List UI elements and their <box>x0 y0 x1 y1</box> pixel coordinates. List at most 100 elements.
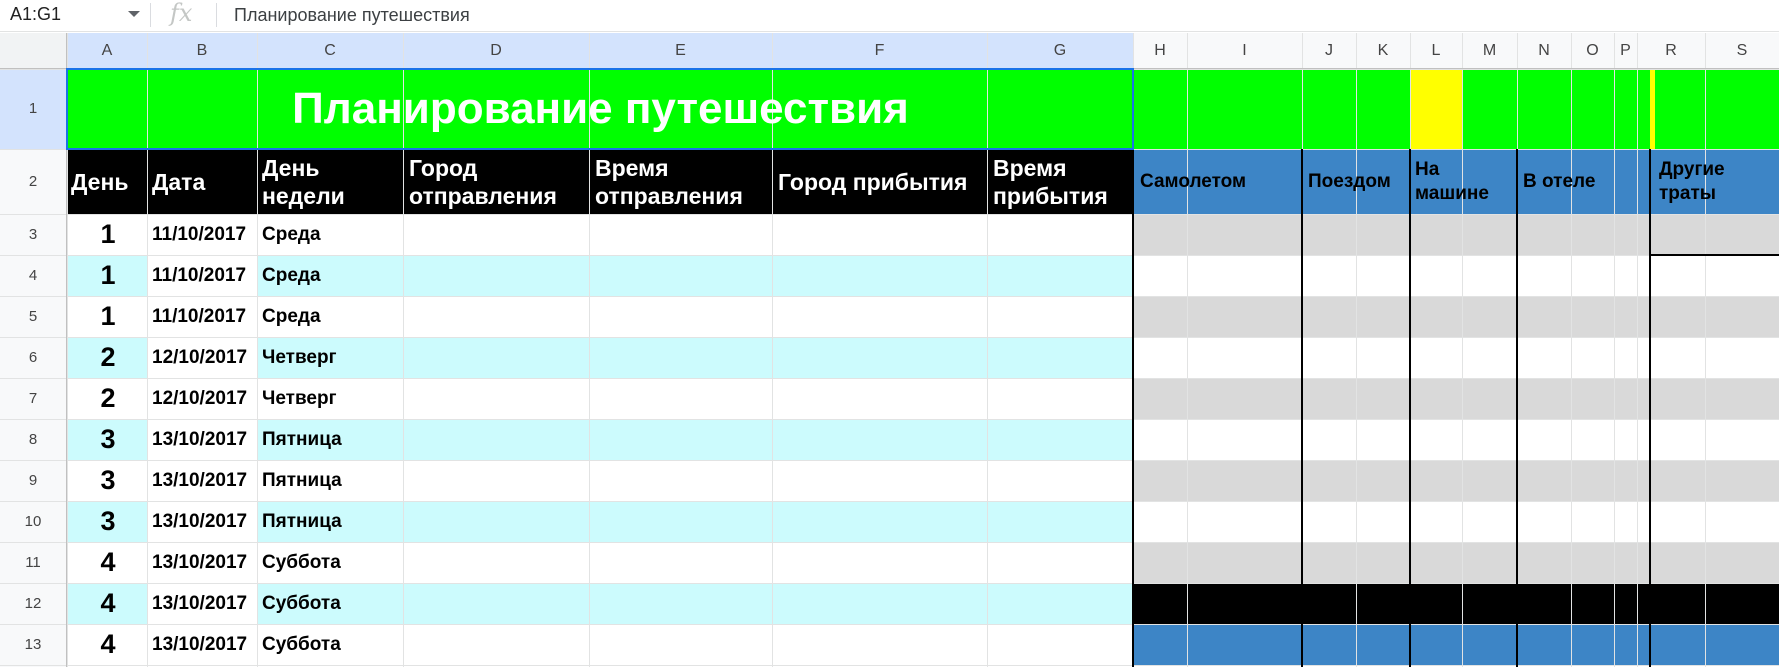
column-header-a[interactable]: A <box>67 33 147 68</box>
column-header-l[interactable]: L <box>1410 33 1462 68</box>
cell-date[interactable]: 12/10/2017 <box>152 337 252 378</box>
cell-day[interactable]: 2 <box>68 378 148 419</box>
row-header-9[interactable]: 9 <box>0 460 66 501</box>
header-arr-time-line1: Время <box>993 155 1067 181</box>
cell-date[interactable]: 13/10/2017 <box>152 419 252 460</box>
header-car-line2: машине <box>1415 183 1489 204</box>
row-header-11[interactable]: 11 <box>0 542 66 583</box>
row-header-6[interactable]: 6 <box>0 337 66 378</box>
cell-date[interactable]: 13/10/2017 <box>152 501 252 542</box>
header-day[interactable]: День <box>71 168 129 196</box>
header-hotel-label: В отеле <box>1523 171 1596 192</box>
band-cell <box>987 583 1133 624</box>
header-car-line1: На <box>1415 159 1440 180</box>
header-train[interactable]: Поездом <box>1308 170 1391 194</box>
column-header-o[interactable]: O <box>1571 33 1614 68</box>
expense-band-cell <box>1133 214 1779 255</box>
expense-band-cell <box>1133 378 1779 419</box>
row-header-2[interactable]: 2 <box>0 149 66 214</box>
cell-weekday[interactable]: Среда <box>262 296 402 337</box>
cell-weekday[interactable]: Пятница <box>262 460 402 501</box>
cell-date[interactable]: 13/10/2017 <box>152 460 252 501</box>
column-header-p[interactable]: P <box>1614 33 1637 68</box>
column-header-h[interactable]: H <box>1133 33 1187 68</box>
cell-date[interactable]: 13/10/2017 <box>152 624 252 665</box>
column-header-d[interactable]: D <box>403 33 589 68</box>
column-header-e[interactable]: E <box>589 33 772 68</box>
cell-day[interactable]: 3 <box>68 419 148 460</box>
band-cell <box>589 255 772 296</box>
header-day-label: День <box>71 169 129 195</box>
column-header-c[interactable]: C <box>257 33 403 68</box>
cell-weekday[interactable]: Пятница <box>262 419 402 460</box>
row-header-13[interactable]: 13 <box>0 624 66 665</box>
expense-total-bar <box>1133 583 1779 624</box>
column-header-f[interactable]: F <box>772 33 987 68</box>
cell-day[interactable]: 4 <box>68 583 148 624</box>
column-header-j[interactable]: J <box>1302 33 1356 68</box>
header-hotel[interactable]: В отеле <box>1523 170 1595 194</box>
cell-day[interactable]: 2 <box>68 337 148 378</box>
band-cell <box>589 419 772 460</box>
column-header-s[interactable]: S <box>1705 33 1779 68</box>
header-dep-time[interactable]: Время отправления <box>595 154 743 210</box>
header-dep-time-line1: Время <box>595 155 669 181</box>
cell-day[interactable]: 1 <box>68 214 148 255</box>
header-plane[interactable]: Самолетом <box>1140 170 1246 194</box>
cell-day[interactable]: 4 <box>68 542 148 583</box>
cell-weekday[interactable]: Пятница <box>262 501 402 542</box>
cell-weekday[interactable]: Четверг <box>262 337 402 378</box>
header-weekday[interactable]: День недели <box>262 154 345 210</box>
header-car[interactable]: На машине <box>1415 158 1489 206</box>
row-header-3[interactable]: 3 <box>0 214 66 255</box>
row-header-8[interactable]: 8 <box>0 419 66 460</box>
header-to-city[interactable]: Город прибытия <box>778 168 967 196</box>
column-header-i[interactable]: I <box>1187 33 1302 68</box>
column-header-n[interactable]: N <box>1517 33 1571 68</box>
band-cell <box>772 501 987 542</box>
header-from-city[interactable]: Город отправления <box>409 154 557 210</box>
row-header-12[interactable]: 12 <box>0 583 66 624</box>
row-header-7[interactable]: 7 <box>0 378 66 419</box>
cell-day[interactable]: 1 <box>68 296 148 337</box>
column-header-g[interactable]: G <box>987 33 1133 68</box>
column-header-r[interactable]: R <box>1637 33 1705 68</box>
cell-weekday[interactable]: Суббота <box>262 624 402 665</box>
cell-day[interactable]: 3 <box>68 501 148 542</box>
cell-date[interactable]: 12/10/2017 <box>152 378 252 419</box>
header-plane-label: Самолетом <box>1140 171 1247 192</box>
band-cell <box>403 337 589 378</box>
sheet-title[interactable]: Планирование путешествия <box>68 69 1133 148</box>
cell-day[interactable]: 4 <box>68 624 148 665</box>
expense-band-cell <box>1133 296 1779 337</box>
cell-date[interactable]: 11/10/2017 <box>152 296 252 337</box>
cell-day[interactable]: 3 <box>68 460 148 501</box>
cell-date[interactable]: 11/10/2017 <box>152 255 252 296</box>
row-header-10[interactable]: 10 <box>0 501 66 542</box>
cell-date[interactable]: 13/10/2017 <box>152 583 252 624</box>
cell-weekday[interactable]: Суббота <box>262 583 402 624</box>
cell-date[interactable]: 13/10/2017 <box>152 542 252 583</box>
cell-date[interactable]: 11/10/2017 <box>152 214 252 255</box>
row-header-5[interactable]: 5 <box>0 296 66 337</box>
header-dep-time-line2: отправления <box>595 183 743 209</box>
column-header-k[interactable]: K <box>1356 33 1410 68</box>
cell-weekday[interactable]: Среда <box>262 255 402 296</box>
header-other[interactable]: Другие траты <box>1659 158 1725 206</box>
header-arr-time[interactable]: Время прибытия <box>993 154 1108 210</box>
expense-band-cell <box>1133 542 1779 583</box>
row-header-1[interactable]: 1 <box>0 69 66 149</box>
expense-footer-bar <box>1133 624 1779 665</box>
cell-weekday[interactable]: Суббота <box>262 542 402 583</box>
header-date[interactable]: Дата <box>152 168 205 196</box>
column-header-b[interactable]: B <box>147 33 257 68</box>
column-header-m[interactable]: M <box>1462 33 1517 68</box>
cell-weekday[interactable]: Четверг <box>262 378 402 419</box>
band-cell <box>772 337 987 378</box>
band-cell <box>987 255 1133 296</box>
cell-day[interactable]: 1 <box>68 255 148 296</box>
row-header-4[interactable]: 4 <box>0 255 66 296</box>
band-cell <box>987 419 1133 460</box>
cell-weekday[interactable]: Среда <box>262 214 402 255</box>
band-cell <box>589 583 772 624</box>
